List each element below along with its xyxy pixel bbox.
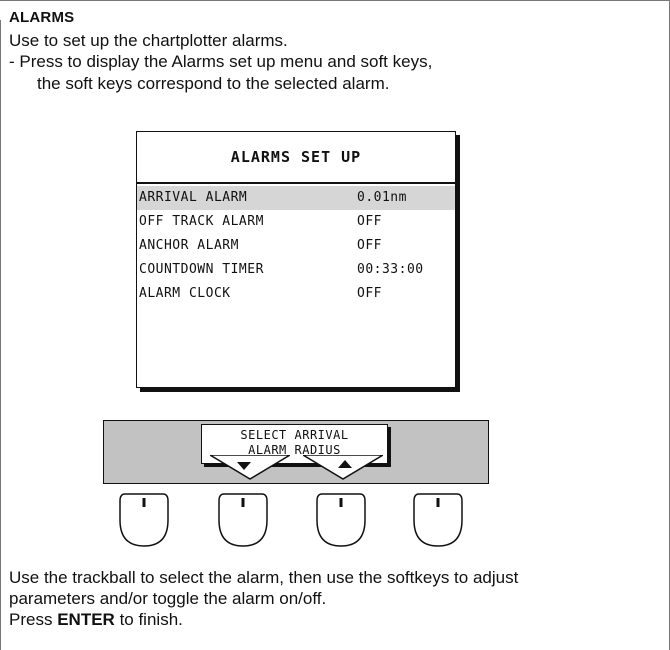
menu-row-off-track-alarm[interactable]: OFF TRACK ALARM OFF (137, 210, 455, 234)
menu-row-countdown-timer[interactable]: COUNTDOWN TIMER 00:33:00 (137, 258, 455, 282)
instruction-line-2: parameters and/or toggle the alarm on/of… (9, 589, 327, 608)
alarms-setup-screen: ALARMS SET UP ARRIVAL ALARM 0.01nm OFF T… (136, 131, 456, 388)
softkey-3[interactable] (316, 492, 366, 548)
menu-row-label: ANCHOR ALARM (139, 238, 239, 253)
instruction-line-1: Use the trackball to select the alarm, t… (9, 568, 519, 587)
intro-text-line-3: the soft keys correspond to the selected… (37, 74, 390, 93)
menu-row-value: OFF (357, 286, 382, 301)
menu-row-value: OFF (357, 238, 382, 253)
enter-key-label: ENTER (57, 610, 115, 629)
softkey-1[interactable] (119, 492, 169, 548)
menu-row-label: OFF TRACK ALARM (139, 214, 264, 229)
frame-top-border (0, 0, 669, 1)
press-text: Press (9, 610, 53, 629)
section-heading: ALARMS (9, 9, 75, 26)
menu-row-value: OFF (357, 214, 382, 229)
callout-pointer-right (303, 455, 383, 480)
menu-row-label: ARRIVAL ALARM (139, 190, 248, 205)
instruction-line-3: Press ENTER to finish. (9, 610, 183, 630)
menu-row-anchor-alarm[interactable]: ANCHOR ALARM OFF (137, 234, 455, 258)
finish-text: to finish. (119, 610, 183, 629)
menu-row-label: ALARM CLOCK (139, 286, 231, 301)
menu-row-value: 00:33:00 (357, 262, 424, 277)
menu-row-alarm-clock[interactable]: ALARM CLOCK OFF (137, 282, 455, 306)
softkey-2[interactable] (218, 492, 268, 548)
menu-title: ALARMS SET UP (137, 132, 455, 184)
intro-text-line-1: Use to set up the chartplotter alarms. (9, 31, 288, 50)
menu-row-arrival-alarm[interactable]: ARRIVAL ALARM 0.01nm (137, 186, 455, 210)
frame-left-border (0, 20, 1, 650)
menu-row-label: COUNTDOWN TIMER (139, 262, 264, 277)
softkey-label-line-1: SELECT ARRIVAL (240, 428, 349, 442)
menu-row-value: 0.01nm (357, 190, 407, 205)
callout-pointer-left (210, 455, 290, 480)
intro-text-line-2: - Press to display the Alarms set up men… (9, 52, 433, 71)
softkey-4[interactable] (413, 492, 463, 548)
